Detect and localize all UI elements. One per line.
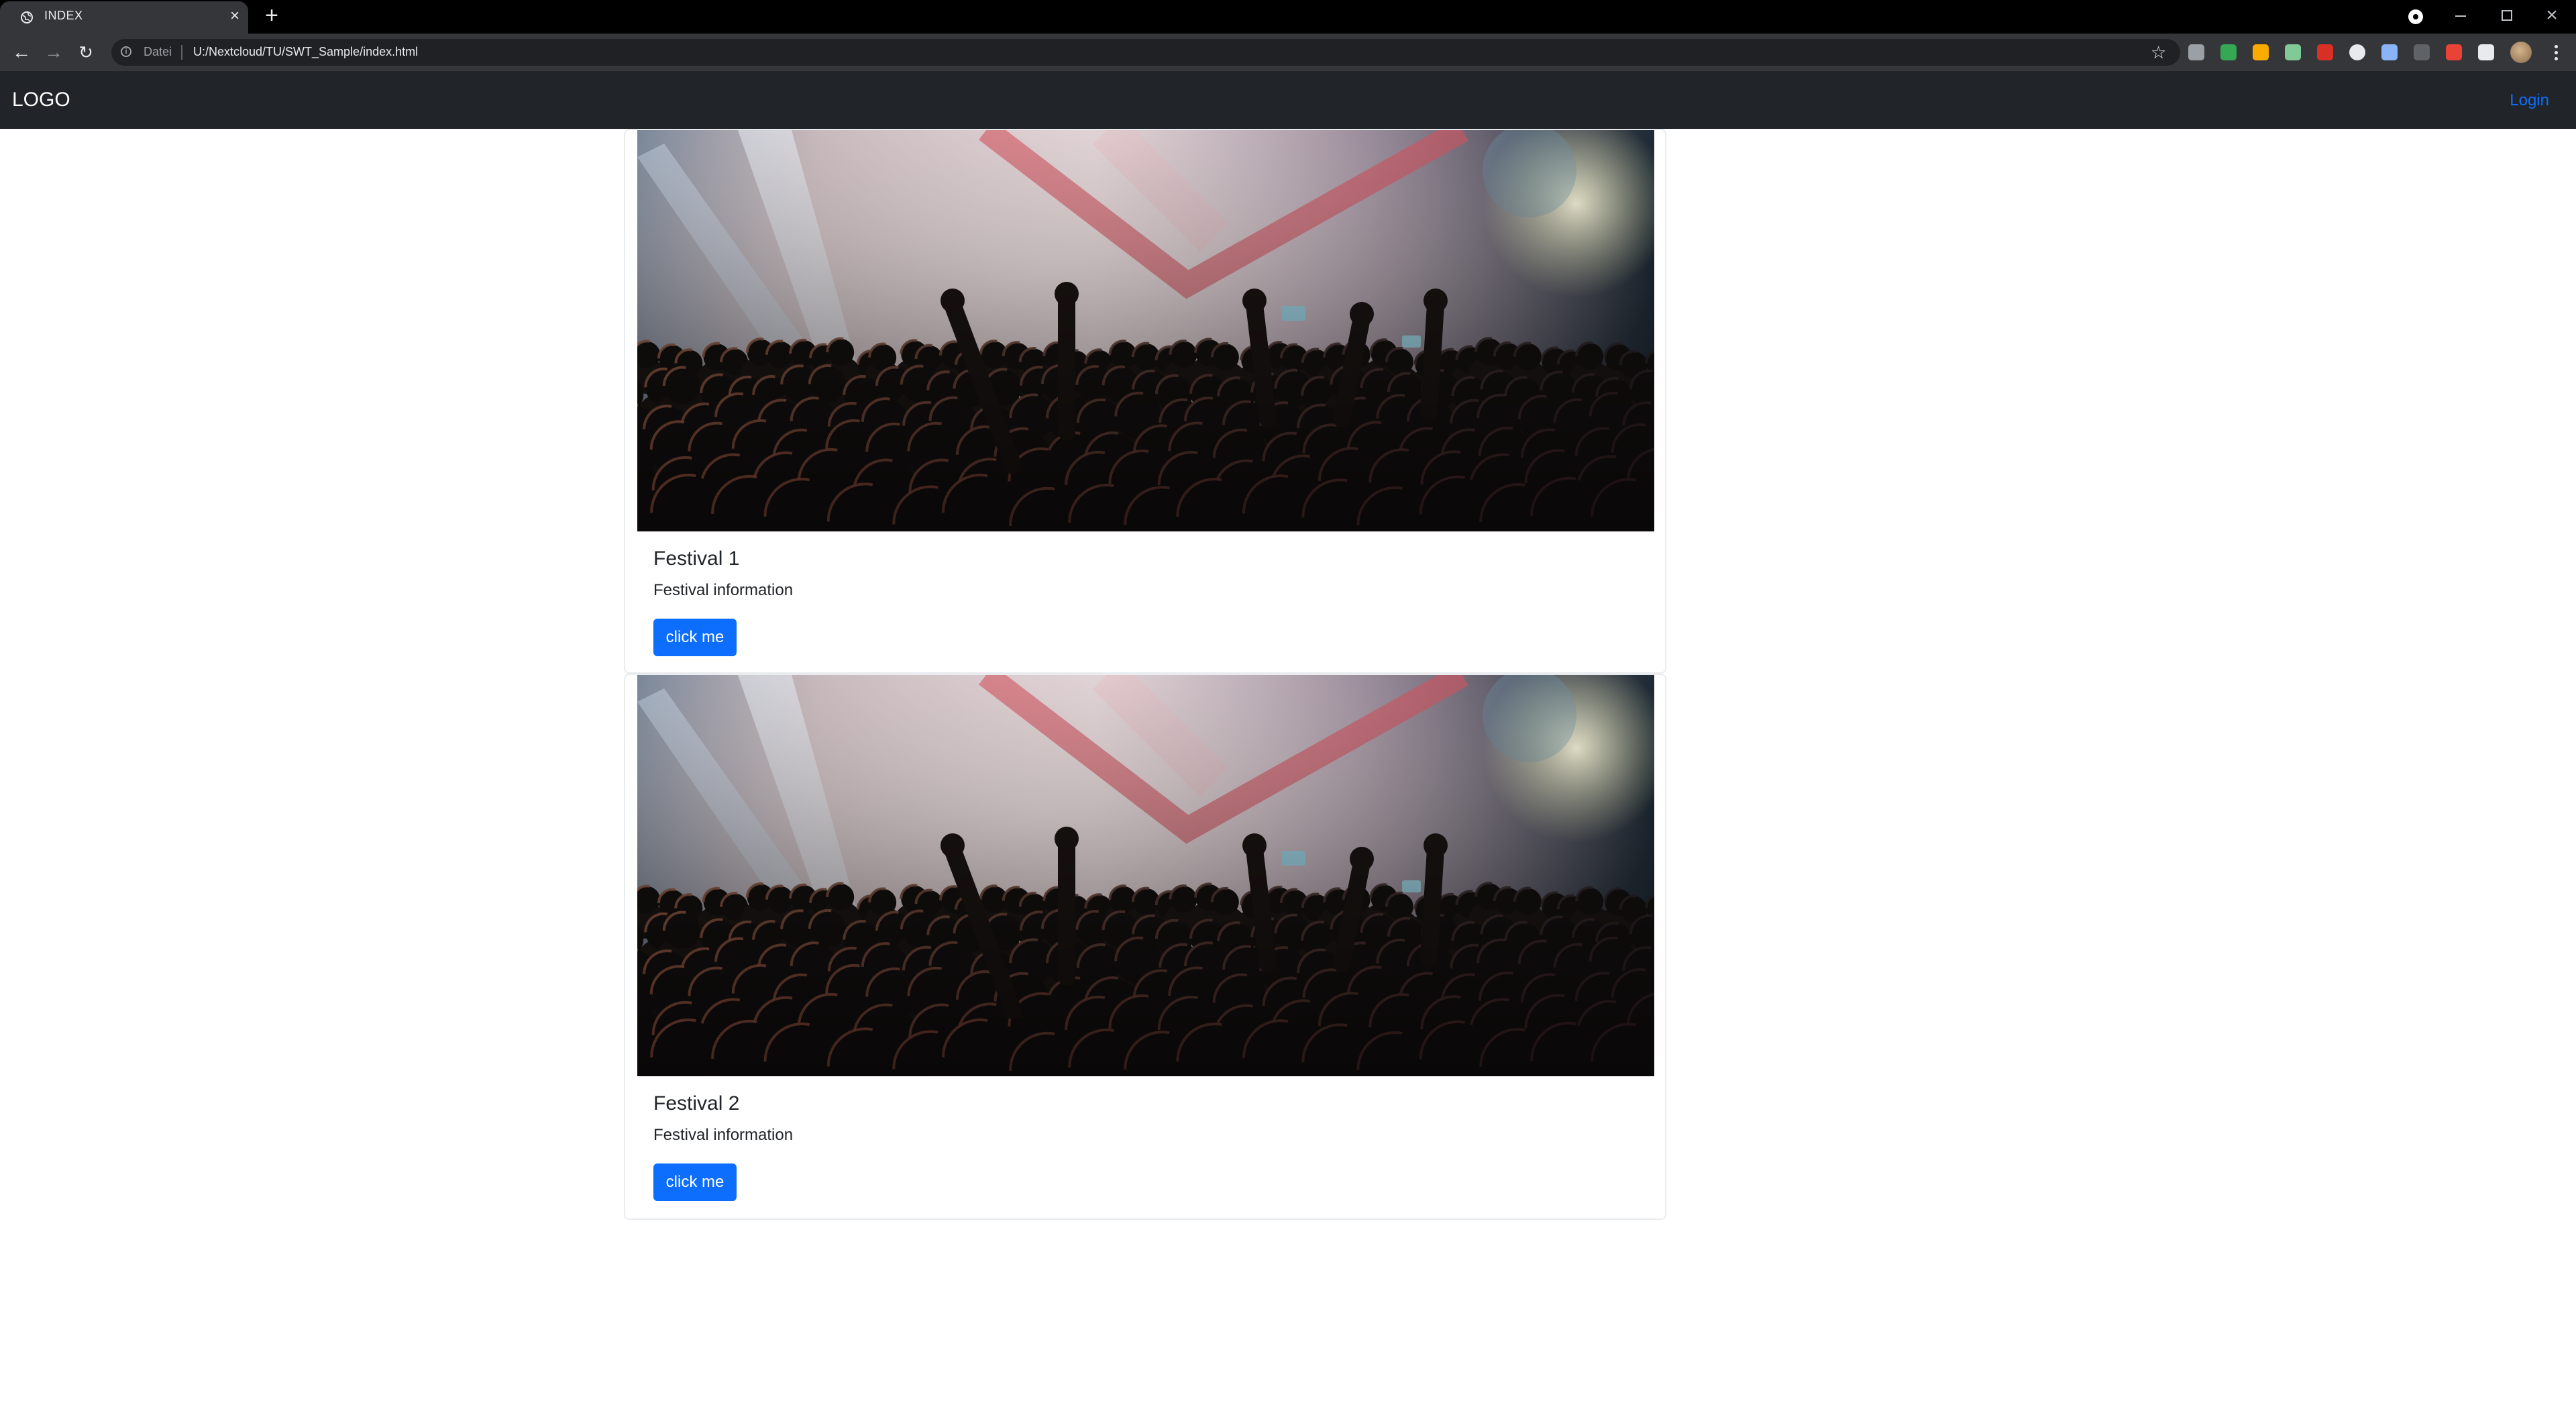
address-separator xyxy=(181,45,182,60)
reload-icon[interactable]: ↻ xyxy=(74,40,98,64)
click-me-button[interactable]: click me xyxy=(653,619,737,656)
card-text: Festival information xyxy=(653,1126,794,1144)
close-tab-icon[interactable]: × xyxy=(225,7,244,25)
extension-icon-4[interactable] xyxy=(2285,44,2301,60)
browser-tab-strip: INDEX × + × xyxy=(0,0,2576,34)
extension-icon-6[interactable] xyxy=(2349,44,2365,60)
card-title: Festival 2 xyxy=(653,1092,740,1114)
avatar[interactable] xyxy=(2510,42,2532,63)
concert-photo xyxy=(637,130,1654,531)
info-icon[interactable]: i xyxy=(121,46,131,57)
profile-indicator-icon[interactable] xyxy=(2402,4,2428,27)
festival-image xyxy=(637,130,1654,531)
tab-title: INDEX xyxy=(44,9,83,22)
window-close-icon[interactable]: × xyxy=(2538,4,2565,27)
extension-icon-1[interactable] xyxy=(2188,44,2204,60)
address-url[interactable]: U:/Nextcloud/TU/SWT_Sample/index.html xyxy=(193,45,418,59)
address-scheme: Datei xyxy=(144,45,172,58)
bookmark-star-icon[interactable]: ☆ xyxy=(2151,42,2166,63)
browser-tab[interactable]: INDEX × xyxy=(0,1,248,34)
restore-icon[interactable] xyxy=(2493,4,2520,27)
back-arrow-icon[interactable]: ← xyxy=(9,40,34,64)
festival-card: Festival 1 Festival information click me xyxy=(624,129,1666,674)
extension-icon-2[interactable] xyxy=(2220,44,2237,60)
site-logo[interactable]: LOGO xyxy=(12,89,70,111)
extension-icon-5[interactable] xyxy=(2317,44,2333,60)
click-me-button[interactable]: click me xyxy=(653,1163,737,1201)
festival-image xyxy=(637,675,1654,1076)
extension-icon-7[interactable] xyxy=(2381,44,2398,60)
browser-menu-icon[interactable] xyxy=(2546,40,2565,64)
forward-arrow-icon[interactable]: → xyxy=(42,40,66,64)
address-bar[interactable]: i Datei U:/Nextcloud/TU/SWT_Sample/index… xyxy=(111,39,2180,66)
site-navbar: LOGO Login xyxy=(0,71,2576,129)
extension-icon-8[interactable] xyxy=(2414,44,2430,60)
card-title: Festival 1 xyxy=(653,548,740,570)
festival-card: Festival 2 Festival information click me xyxy=(624,674,1666,1220)
globe-icon xyxy=(21,11,33,23)
card-text: Festival information xyxy=(653,581,794,599)
minimize-icon[interactable] xyxy=(2447,4,2474,27)
extension-icon-9[interactable] xyxy=(2446,44,2462,60)
login-link[interactable]: Login xyxy=(2510,91,2549,110)
new-tab-button[interactable]: + xyxy=(262,4,282,27)
extension-icon-3[interactable] xyxy=(2253,44,2269,60)
puzzle-extensions-icon[interactable] xyxy=(2478,44,2494,60)
concert-photo xyxy=(637,675,1654,1076)
